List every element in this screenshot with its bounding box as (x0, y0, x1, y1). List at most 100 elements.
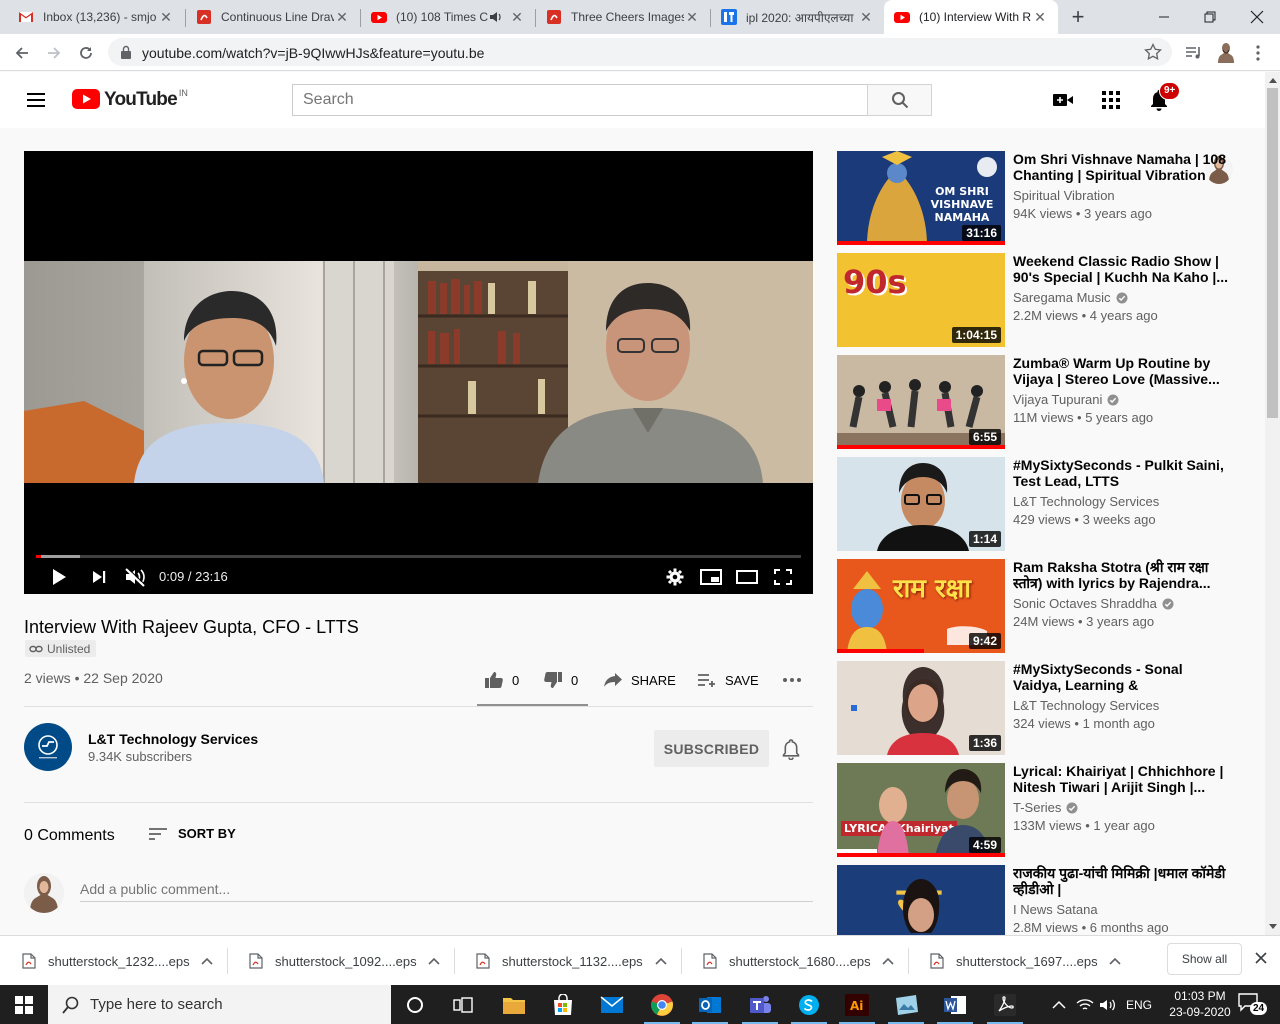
recommendation-channel[interactable]: I News Satana (1013, 902, 1098, 917)
theater-mode-button[interactable] (734, 566, 760, 588)
file-explorer-icon[interactable] (490, 985, 538, 1024)
photo-viewer-icon[interactable] (882, 985, 930, 1024)
illustrator-icon[interactable]: Ai (833, 985, 881, 1024)
recommendation-item[interactable]: LYRICAL Khairiyat 4:59 Lyrical: Khairiyat … (837, 763, 1232, 857)
close-downloads-bar-icon[interactable] (1254, 951, 1268, 965)
tab-continuous-line[interactable]: Continuous Line Drav ✕ (186, 0, 360, 34)
channel-avatar[interactable] (24, 723, 72, 771)
recommendation-item[interactable]: 90s 1:04:15 Weekend Classic Radio Show | 9… (837, 253, 1232, 347)
close-icon[interactable]: ✕ (858, 9, 874, 26)
taskbar-clock[interactable]: 01:03 PM 23-09-2020 (1165, 988, 1235, 1020)
like-button[interactable]: 0 (484, 668, 519, 692)
close-icon[interactable]: ✕ (1032, 9, 1048, 26)
channel-name[interactable]: L&T Technology Services (88, 731, 258, 747)
profile-avatar-icon[interactable] (1213, 40, 1239, 66)
next-button[interactable] (86, 566, 112, 588)
recommendation-item[interactable]: OM SHRI VISHNAVE NAMAHA 31:16 Om Shri Vish… (837, 151, 1232, 245)
recommendation-title[interactable]: #MySixtySeconds - Sonal Vaidya, Learning… (1013, 661, 1228, 693)
microsoft-store-icon[interactable] (539, 985, 587, 1024)
recommendation-channel[interactable]: Saregama Music (1013, 290, 1128, 305)
chevron-up-icon[interactable] (882, 957, 894, 965)
scrollbar-thumb[interactable] (1267, 88, 1278, 418)
start-button[interactable] (0, 985, 48, 1024)
address-bar[interactable]: youtube.com/watch?v=jB-9QIwwHJs&feature=… (108, 38, 1172, 66)
show-hidden-icons[interactable] (1052, 985, 1066, 1024)
recommendation-thumbnail[interactable]: LYRICAL Khairiyat 4:59 (837, 763, 1005, 857)
recommendation-item[interactable]: 1:14 #MySixtySeconds - Pulkit Saini, Test… (837, 457, 1232, 551)
chevron-up-icon[interactable] (1109, 957, 1121, 965)
chevron-up-icon[interactable] (655, 957, 667, 965)
video-player[interactable]: 0:09 / 23:16 (24, 151, 813, 594)
recommendation-thumbnail[interactable]: राम रक्षा 9:42 (837, 559, 1005, 653)
recommendation-thumbnail[interactable]: OM SHRI VISHNAVE NAMAHA 31:16 (837, 151, 1005, 245)
recommendation-channel[interactable]: Sonic Octaves Shraddha (1013, 596, 1174, 611)
tab-gmail[interactable]: Inbox (13,236) - smjo ✕ (8, 0, 184, 34)
tab-ipl-2020[interactable]: ipl 2020: आयपीएलच्या ✕ (711, 0, 884, 34)
search-button[interactable] (867, 84, 932, 116)
bookmark-star-icon[interactable] (1144, 43, 1162, 61)
chrome-menu-icon[interactable] (1245, 40, 1271, 66)
create-video-icon[interactable] (1051, 88, 1075, 112)
close-icon[interactable]: ✕ (509, 9, 525, 26)
dislike-button[interactable]: 0 (543, 668, 578, 692)
chevron-up-icon[interactable] (428, 957, 440, 965)
download-item[interactable]: shutterstock_1092....eps (227, 936, 454, 986)
recommendation-channel[interactable]: L&T Technology Services (1013, 698, 1159, 713)
close-icon[interactable]: ✕ (334, 9, 350, 26)
restore-button[interactable] (1187, 4, 1233, 30)
scroll-down-arrow-icon[interactable] (1269, 924, 1277, 929)
play-button[interactable] (46, 566, 72, 588)
recommendation-item[interactable]: राम रक्षा 9:42 Ram Raksha Stotra (श्री राम… (837, 559, 1232, 653)
back-button[interactable] (9, 40, 35, 66)
recommendation-channel[interactable]: L&T Technology Services (1013, 494, 1159, 509)
recommendation-thumbnail[interactable]: 90s 1:04:15 (837, 253, 1005, 347)
media-control-icon[interactable] (1181, 40, 1207, 66)
download-item[interactable]: shutterstock_1680....eps (681, 936, 908, 986)
search-input[interactable] (292, 84, 868, 116)
close-window-button[interactable] (1234, 4, 1280, 30)
progress-bar-track[interactable] (36, 555, 801, 558)
recommendation-channel[interactable]: T-Series (1013, 800, 1078, 815)
scroll-up-arrow-icon[interactable] (1269, 78, 1277, 83)
share-button[interactable]: SHARE (603, 668, 676, 692)
apps-grid-icon[interactable] (1099, 88, 1123, 112)
new-tab-button[interactable]: + (1066, 6, 1090, 28)
action-center-button[interactable]: 24 (1237, 992, 1268, 1018)
skype-icon[interactable] (785, 985, 833, 1024)
volume-icon[interactable] (1099, 985, 1117, 1024)
recommendation-title[interactable]: Ram Raksha Stotra (श्री राम रक्षा स्तोत्… (1013, 559, 1228, 591)
tab-three-cheers[interactable]: Three Cheers Images ✕ (536, 0, 710, 34)
tab-interview-active[interactable]: (10) Interview With R ✕ (884, 0, 1058, 34)
reload-button[interactable] (73, 40, 99, 66)
recommendation-item[interactable]: 6:55 Zumba® Warm Up Routine by Vijaya | S… (837, 355, 1232, 449)
sort-by-button[interactable]: SORT BY (148, 826, 236, 841)
taskbar-search-box[interactable]: Type here to search (48, 985, 391, 1024)
download-item[interactable]: shutterstock_1132....eps (454, 936, 681, 986)
forward-button[interactable] (41, 40, 67, 66)
recommendation-thumbnail[interactable]: 1:14 (837, 457, 1005, 551)
recommendation-title[interactable]: Om Shri Vishnave Namaha | 108 Chanting |… (1013, 151, 1228, 183)
network-icon[interactable] (1076, 985, 1094, 1024)
cortana-icon[interactable] (391, 985, 439, 1024)
chevron-up-icon[interactable] (201, 957, 213, 965)
language-indicator[interactable]: ENG (1126, 985, 1152, 1024)
recommendation-thumbnail[interactable]: 6:55 (837, 355, 1005, 449)
page-scrollbar[interactable] (1265, 72, 1280, 935)
minimize-button[interactable] (1141, 4, 1187, 30)
acrobat-icon[interactable] (981, 985, 1029, 1024)
add-comment-input[interactable] (80, 876, 813, 902)
recommendation-title[interactable]: #MySixtySeconds - Pulkit Saini, Test Lea… (1013, 457, 1228, 489)
teams-icon[interactable] (736, 985, 784, 1024)
recommendation-title[interactable]: राजकीय पुढा-यांची मिमिक्री |धमाल कॉमेडी … (1013, 865, 1228, 897)
recommendation-title[interactable]: Zumba® Warm Up Routine by Vijaya | Stere… (1013, 355, 1228, 387)
mail-icon[interactable] (588, 985, 636, 1024)
hamburger-menu-icon[interactable] (24, 90, 48, 110)
progress-bar-played[interactable] (36, 555, 41, 558)
download-item[interactable]: shutterstock_1697....eps (908, 936, 1135, 986)
speaker-icon[interactable] (489, 10, 503, 24)
chrome-taskbar-icon[interactable] (638, 985, 686, 1024)
recommendation-title[interactable]: Lyrical: Khairiyat | Chhichhore | Nitesh… (1013, 763, 1228, 795)
recommendation-thumbnail[interactable]: 1:36 (837, 661, 1005, 755)
show-all-downloads-button[interactable]: Show all (1167, 943, 1242, 975)
task-view-icon[interactable] (439, 985, 487, 1024)
